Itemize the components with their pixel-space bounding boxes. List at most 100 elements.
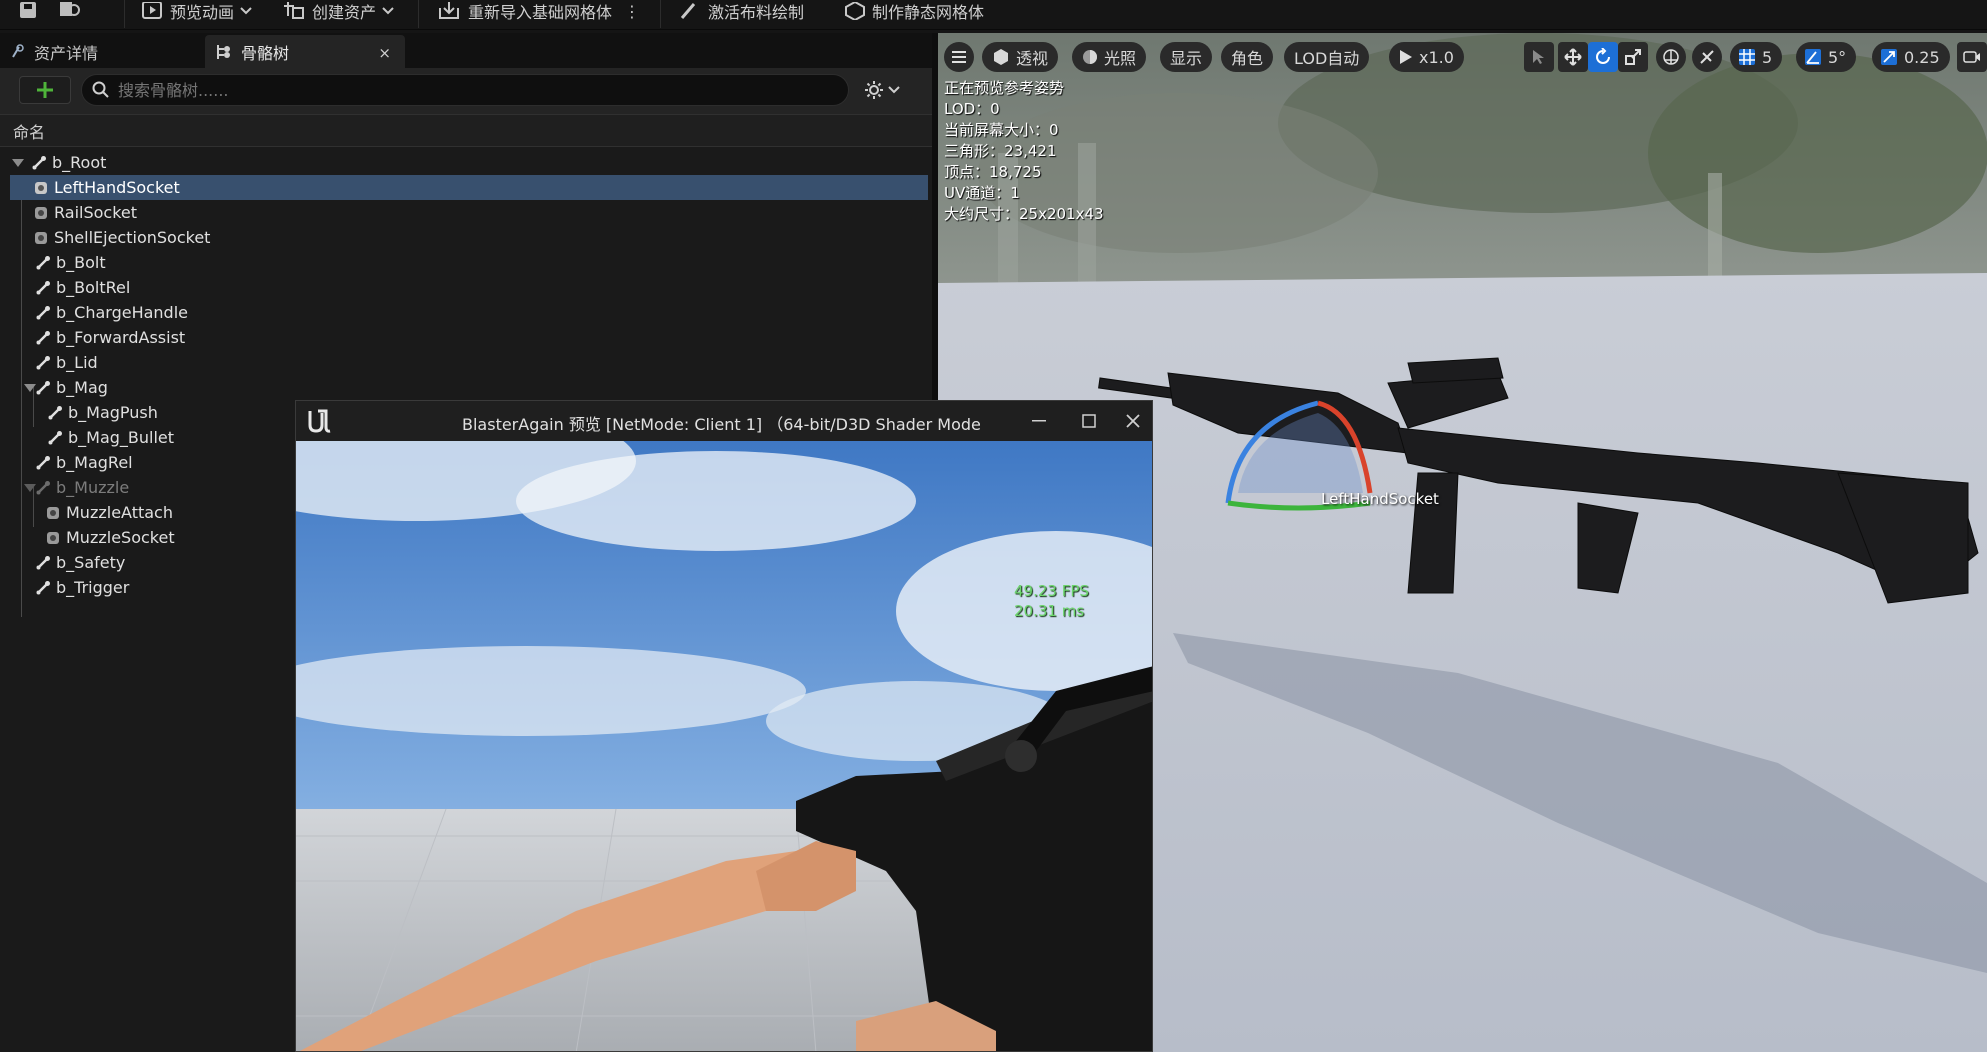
playback-speed-label: x1.0 xyxy=(1419,47,1454,67)
minimize-button[interactable] xyxy=(1019,407,1059,435)
playback-speed-button[interactable]: x1.0 xyxy=(1389,42,1464,72)
vertices-stat: 顶点：18,725 xyxy=(944,163,1042,181)
grid-snap-value: 5 xyxy=(1762,47,1773,67)
socket-icon xyxy=(44,529,62,547)
cube-icon xyxy=(994,49,1008,65)
show-button[interactable]: 显示 xyxy=(1160,42,1213,72)
window-title: BlasterAgain 预览 [NetMode: Client 1] （64-… xyxy=(462,415,982,434)
tree-row-socket[interactable]: RailSocket xyxy=(10,200,928,225)
expand-caret-icon[interactable] xyxy=(24,484,36,492)
camera-icon xyxy=(1963,51,1980,63)
minimize-icon xyxy=(1032,420,1046,422)
tab-skeleton-tree[interactable]: 骨骼树 × xyxy=(205,35,405,68)
tree-row-label: b_BoltRel xyxy=(56,278,131,297)
camera-speed-button[interactable] xyxy=(1957,42,1987,72)
cursor-icon xyxy=(1533,50,1544,64)
play-in-editor-window[interactable]: BlasterAgain 预览 [NetMode: Client 1] （64-… xyxy=(295,400,1153,1052)
maximize-button[interactable] xyxy=(1069,407,1109,435)
tree-row-label: b_MagPush xyxy=(68,403,158,422)
bone-icon xyxy=(34,279,52,297)
surface-snap-button[interactable] xyxy=(1692,42,1722,72)
expand-caret-icon[interactable] xyxy=(24,384,36,392)
tree-row-bone[interactable]: b_ChargeHandle xyxy=(10,300,928,325)
lod-button[interactable]: LOD自动 xyxy=(1284,42,1370,72)
more-options-icon[interactable]: ⋮ xyxy=(624,2,640,21)
scale-snap-icon xyxy=(1881,49,1897,65)
tree-row-label: b_Root xyxy=(52,153,107,172)
browse-button[interactable] xyxy=(58,0,82,22)
bone-icon xyxy=(34,479,52,497)
frame-time-value: 20.31 ms xyxy=(1014,602,1085,620)
name-column-header[interactable]: 命名 xyxy=(0,114,932,147)
tree-row-label: b_Mag xyxy=(56,378,108,397)
add-button[interactable] xyxy=(19,76,71,104)
gear-icon xyxy=(865,81,883,99)
translate-tool-button[interactable] xyxy=(1558,42,1588,72)
tree-row-label: b_Bolt xyxy=(56,253,106,272)
tab-label: 骨骼树 xyxy=(241,43,290,63)
scale-snap-value: 0.25 xyxy=(1904,47,1940,67)
reimport-icon xyxy=(439,2,459,19)
cloth-paint-button[interactable]: 激活布料绘制 xyxy=(680,0,804,22)
rotate-icon xyxy=(1596,48,1610,64)
search-input[interactable] xyxy=(118,80,818,100)
viewport-menu-button[interactable] xyxy=(944,42,974,72)
make-static-mesh-button[interactable]: 制作静态网格体 xyxy=(844,0,984,22)
animation-icon xyxy=(142,2,162,19)
maximize-icon xyxy=(1082,414,1096,428)
character-label: 角色 xyxy=(1231,49,1264,68)
save-icon xyxy=(20,2,36,18)
tree-row-bone[interactable]: b_Mag xyxy=(10,375,928,400)
tab-asset-details[interactable]: 资产详情 xyxy=(0,35,205,68)
tree-row-bone[interactable]: b_Lid xyxy=(10,350,928,375)
snap-icon xyxy=(1700,50,1714,64)
close-window-button[interactable] xyxy=(1113,407,1152,435)
reimport-label: 重新导入基础网格体 xyxy=(468,3,613,22)
coordinate-space-button[interactable] xyxy=(1656,42,1686,72)
world-axes-icon xyxy=(1663,49,1679,65)
tree-row-bone[interactable]: b_BoltRel xyxy=(10,275,928,300)
bone-icon xyxy=(34,354,52,372)
close-icon xyxy=(1126,414,1140,428)
tree-row-bone[interactable]: b_ForwardAssist xyxy=(10,325,928,350)
tab-label: 资产详情 xyxy=(34,43,99,63)
tree-row-socket[interactable]: LeftHandSocket xyxy=(10,175,928,200)
create-asset-dropdown[interactable]: 创建资产 xyxy=(284,0,394,22)
expand-caret-icon[interactable] xyxy=(12,159,24,167)
character-button[interactable]: 角色 xyxy=(1221,42,1274,72)
preview-animation-label: 预览动画 xyxy=(170,3,235,22)
create-asset-icon xyxy=(284,2,304,19)
tree-row-label: b_Lid xyxy=(56,353,98,372)
tree-row-socket[interactable]: ShellEjectionSocket xyxy=(10,225,928,250)
lighting-icon xyxy=(1083,50,1097,64)
play-icon xyxy=(1400,50,1412,64)
tree-row-bone[interactable]: b_Root xyxy=(10,150,928,175)
game-viewport[interactable]: 49.23 FPS 20.31 ms xyxy=(296,441,1152,1051)
tree-row-label: RailSocket xyxy=(54,203,138,222)
fps-value: 49.23 FPS xyxy=(1014,582,1089,600)
search-field[interactable] xyxy=(81,74,849,106)
tree-row-bone[interactable]: b_Bolt xyxy=(10,250,928,275)
rotate-tool-button[interactable] xyxy=(1588,42,1618,72)
scale-tool-button[interactable] xyxy=(1618,42,1648,72)
lod-stat: LOD：0 xyxy=(944,100,1000,118)
main-toolbar: 预览动画 创建资产 重新导入基础网格体 ⋮ 激活布料绘制 制作静态网格体 xyxy=(0,0,1987,30)
select-tool-button[interactable] xyxy=(1524,42,1554,72)
scale-snap-button[interactable]: 0.25 xyxy=(1872,42,1950,72)
grid-snap-button[interactable]: 5 xyxy=(1730,42,1783,72)
lighting-button[interactable]: 光照 xyxy=(1072,42,1147,72)
window-titlebar[interactable]: BlasterAgain 预览 [NetMode: Client 1] （64-… xyxy=(296,401,1152,441)
reimport-button[interactable]: 重新导入基础网格体 ⋮ xyxy=(438,0,640,22)
tree-row-label: b_Trigger xyxy=(56,578,130,597)
close-icon[interactable]: × xyxy=(378,44,391,62)
tree-row-label: b_MagRel xyxy=(56,453,133,472)
save-button[interactable] xyxy=(18,0,38,22)
perspective-button[interactable]: 透视 xyxy=(982,42,1059,72)
tree-settings-button[interactable] xyxy=(864,80,900,100)
preview-status: 正在预览参考姿势 xyxy=(944,79,1065,97)
rotation-snap-value: 5° xyxy=(1828,47,1847,67)
preview-animation-dropdown[interactable]: 预览动画 xyxy=(142,0,252,22)
rotation-snap-button[interactable]: 5° xyxy=(1796,42,1857,72)
tree-row-label: MuzzleSocket xyxy=(66,528,175,547)
plus-icon xyxy=(37,82,53,98)
